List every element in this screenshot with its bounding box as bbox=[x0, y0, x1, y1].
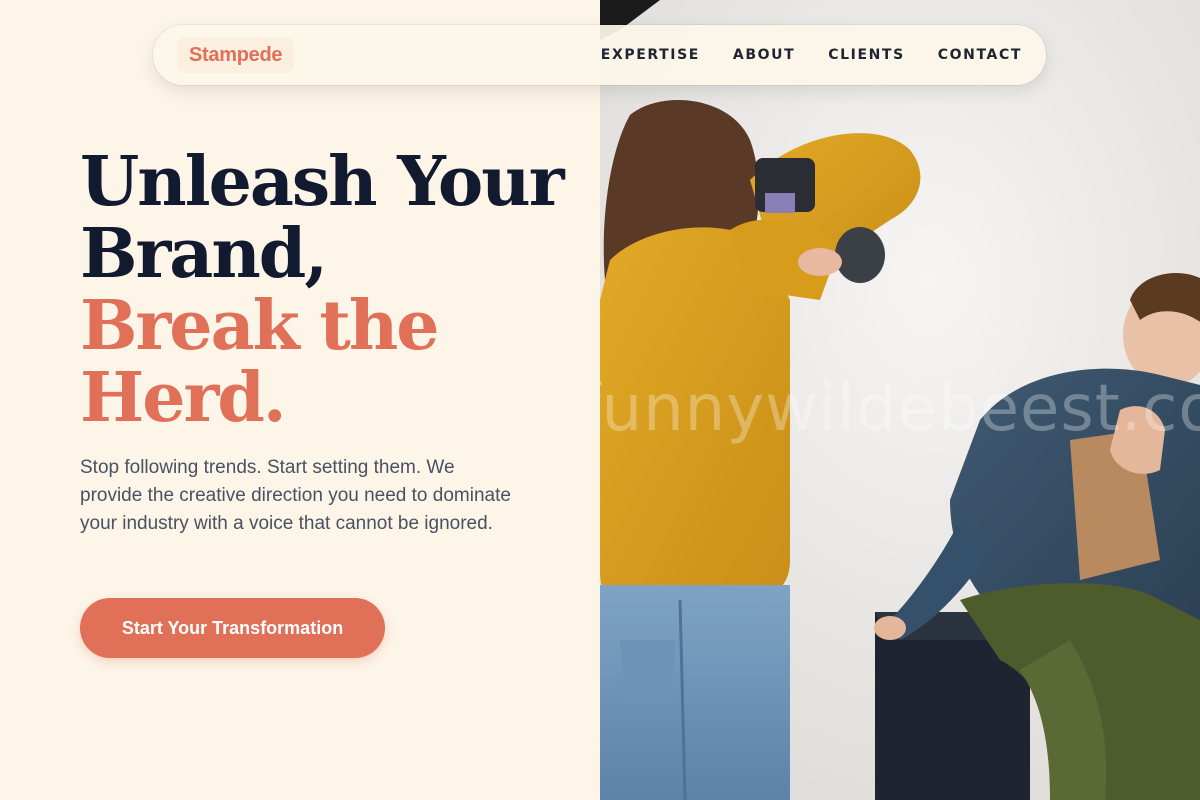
hero-title-line-1: Unleash Your bbox=[80, 142, 565, 222]
start-transformation-button[interactable]: Start Your Transformation bbox=[80, 598, 385, 658]
photo-shoot-image bbox=[600, 0, 1200, 800]
hero-title-line-2: Brand, bbox=[80, 214, 328, 294]
hero-title-accent-line-1: Break the bbox=[80, 286, 440, 366]
hero-title: Unleash Your Brand, Break the Herd. bbox=[80, 146, 580, 434]
nav-links: EXPERTISE ABOUT CLIENTS CONTACT bbox=[601, 25, 1022, 85]
hero-photo: funnywildebeest.com bbox=[600, 0, 1200, 800]
top-navbar: Stampede EXPERTISE ABOUT CLIENTS CONTACT bbox=[153, 25, 1046, 85]
hero-subtitle: Stop following trends. Start setting the… bbox=[80, 457, 511, 534]
nav-link-expertise[interactable]: EXPERTISE bbox=[601, 47, 700, 63]
landing-page: funnywildebeest.com Stampede EXPERTISE A… bbox=[0, 0, 1200, 800]
nav-link-clients[interactable]: CLIENTS bbox=[828, 47, 905, 63]
nav-link-contact[interactable]: CONTACT bbox=[938, 47, 1022, 63]
hero-title-accent-line-2: Herd. bbox=[80, 358, 287, 438]
brand-logo[interactable]: Stampede bbox=[177, 37, 295, 73]
nav-link-about[interactable]: ABOUT bbox=[733, 47, 795, 63]
